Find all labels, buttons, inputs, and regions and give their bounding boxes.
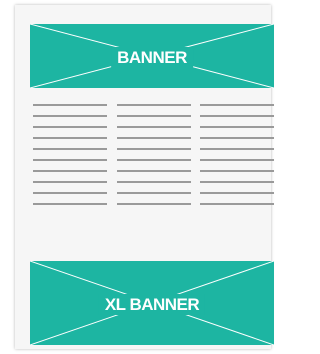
banner-label: BANNER	[111, 47, 193, 68]
text-line	[33, 115, 107, 117]
text-line	[200, 126, 274, 128]
text-line	[117, 170, 191, 172]
xl-banner-label: XL BANNER	[98, 294, 206, 315]
text-line	[200, 170, 274, 172]
text-line	[117, 104, 191, 106]
text-column	[117, 98, 191, 248]
text-line	[33, 203, 107, 205]
text-line	[33, 137, 107, 139]
text-line	[200, 137, 274, 139]
text-line	[200, 203, 274, 205]
text-line	[117, 192, 191, 194]
page-layout-mockup: BANNER XL BANNER	[15, 5, 274, 349]
text-line	[200, 148, 274, 150]
text-column	[33, 98, 107, 248]
text-line	[33, 170, 107, 172]
text-line	[117, 181, 191, 183]
text-line	[200, 192, 274, 194]
text-line	[33, 104, 107, 106]
text-column	[200, 98, 274, 248]
text-line	[200, 115, 274, 117]
text-line	[117, 159, 191, 161]
text-line	[33, 159, 107, 161]
text-line	[117, 203, 191, 205]
text-line	[117, 148, 191, 150]
text-line	[200, 181, 274, 183]
text-line	[33, 126, 107, 128]
text-content-placeholder	[30, 98, 274, 248]
text-line	[33, 148, 107, 150]
text-line	[117, 126, 191, 128]
text-line	[33, 192, 107, 194]
text-line	[33, 181, 107, 183]
xl-banner-placeholder: XL BANNER	[30, 261, 274, 345]
text-line	[117, 115, 191, 117]
text-line	[117, 137, 191, 139]
text-line	[200, 159, 274, 161]
top-banner-placeholder: BANNER	[30, 24, 274, 88]
text-line	[200, 104, 274, 106]
